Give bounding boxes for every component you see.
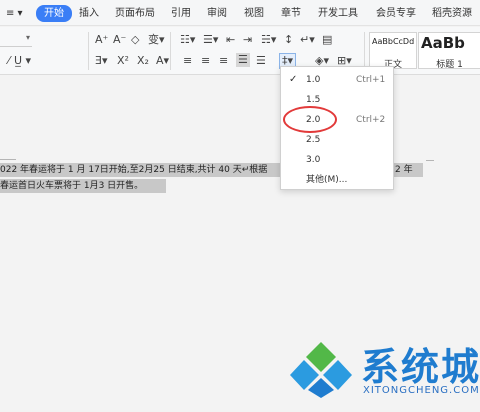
style-heading-1[interactable]: AaBb 标题 1 (418, 32, 480, 70)
highlight-circle (283, 106, 337, 133)
superscript-icon[interactable]: X² (117, 55, 129, 67)
line-spacing-option-1-0[interactable]: ✓ 1.0 Ctrl+1 (281, 71, 393, 89)
option-shortcut: Ctrl+2 (356, 115, 386, 125)
watermark-domain: XITONGCHENG.COM (363, 385, 480, 396)
increase-indent-icon[interactable]: ⇥ (243, 34, 252, 46)
menu-bar: ≡ ▾ 开始 插入 页面布局 引用 审阅 视图 章节 开发工具 会员专享 稻壳资… (0, 0, 480, 26)
document-text-line-1[interactable]: 022 年春运将于 1 月 17日开始,至2月25 日结束,共计 40 天↵根据 (0, 163, 286, 177)
chinese-layout-icon[interactable]: ☵▾ (261, 34, 276, 46)
style-normal-sample: AaBbCcDd (372, 37, 415, 46)
margin-mark (426, 160, 434, 161)
line-spacing-option-3-0[interactable]: 3.0 (281, 151, 393, 169)
strikethrough-icon[interactable]: Ǝ▾ (95, 55, 107, 67)
style-heading-1-sample: AaBb (421, 34, 465, 52)
ribbon-separator (364, 32, 365, 70)
option-shortcut: Ctrl+1 (356, 75, 386, 85)
xitongcheng-logo-icon (290, 342, 352, 398)
subscript-icon[interactable]: X₂ (137, 55, 149, 67)
chevron-down-icon[interactable]: ▾ (26, 33, 30, 42)
document-text-line-1-tail[interactable]: 2 年 (393, 163, 423, 177)
sort-icon[interactable]: ↕ (284, 34, 293, 46)
decrease-indent-icon[interactable]: ⇤ (226, 34, 235, 46)
italic-icon[interactable]: ⁄ (8, 55, 10, 67)
line-spacing-option-other[interactable]: 其他(M)... (281, 171, 393, 189)
pinyin-icon[interactable]: 变▾ (148, 34, 165, 46)
option-value: 2.5 (306, 135, 321, 145)
bullet-list-icon[interactable]: ☷▾ (180, 34, 195, 46)
justify-icon[interactable]: ☰ (236, 53, 250, 67)
tab-home[interactable]: 开始 (36, 5, 72, 22)
style-normal[interactable]: AaBbCcDd 正文 (369, 32, 417, 70)
align-right-icon[interactable]: ≡ (219, 55, 228, 67)
numbered-list-icon[interactable]: ☰▾ (203, 34, 218, 46)
line-spacing-option-2-5[interactable]: 2.5 (281, 131, 393, 149)
option-value: 3.0 (306, 155, 321, 165)
tab-review[interactable]: 审阅 (207, 6, 227, 21)
check-icon: ✓ (289, 74, 298, 85)
tab-view[interactable]: 视图 (244, 6, 264, 21)
document-text-line-2[interactable]: 春运首日火车票将于 1月3 日开售。 (0, 179, 166, 193)
show-hide-marks-icon[interactable]: ↵▾ (300, 34, 315, 46)
column-icon[interactable]: ▤ (322, 34, 332, 46)
menu-left-icons[interactable]: ≡ ▾ (6, 6, 23, 21)
text-effect-icon[interactable]: A▾ (156, 55, 169, 67)
align-center-icon[interactable]: ≡ (201, 55, 210, 67)
tab-developer[interactable]: 开发工具 (318, 6, 358, 21)
tab-insert[interactable]: 插入 (79, 6, 99, 21)
tab-docer-resources[interactable]: 稻壳资源 (432, 6, 472, 21)
font-size-increase-icon[interactable]: A⁺ (95, 34, 108, 46)
underline-icon[interactable]: U̲ ▾ (14, 55, 31, 67)
align-left-icon[interactable]: ≡ (183, 55, 192, 67)
option-value: 其他(M)... (306, 175, 348, 185)
option-value: 1.0 (306, 75, 321, 85)
ribbon-separator (170, 32, 171, 70)
tab-references[interactable]: 引用 (171, 6, 191, 21)
font-size-decrease-icon[interactable]: A⁻ (113, 34, 126, 46)
distributed-icon[interactable]: ☰ (256, 55, 266, 67)
ribbon-toolbar: ▾ ⁄ U̲ ▾ A⁺ A⁻ ◇ 变▾ Ǝ▾ X² X₂ A▾ ☷▾ ☰▾ ⇤ … (0, 27, 480, 75)
tab-page-layout[interactable]: 页面布局 (115, 6, 155, 21)
watermark-name: 系统城 (361, 345, 480, 389)
margin-mark (0, 159, 16, 160)
tab-member[interactable]: 会员专享 (376, 6, 416, 21)
tab-sections[interactable]: 章节 (281, 6, 301, 21)
clear-format-icon[interactable]: ◇ (131, 34, 139, 46)
style-heading-1-label: 标题 1 (436, 60, 463, 70)
ribbon-separator (88, 32, 89, 70)
